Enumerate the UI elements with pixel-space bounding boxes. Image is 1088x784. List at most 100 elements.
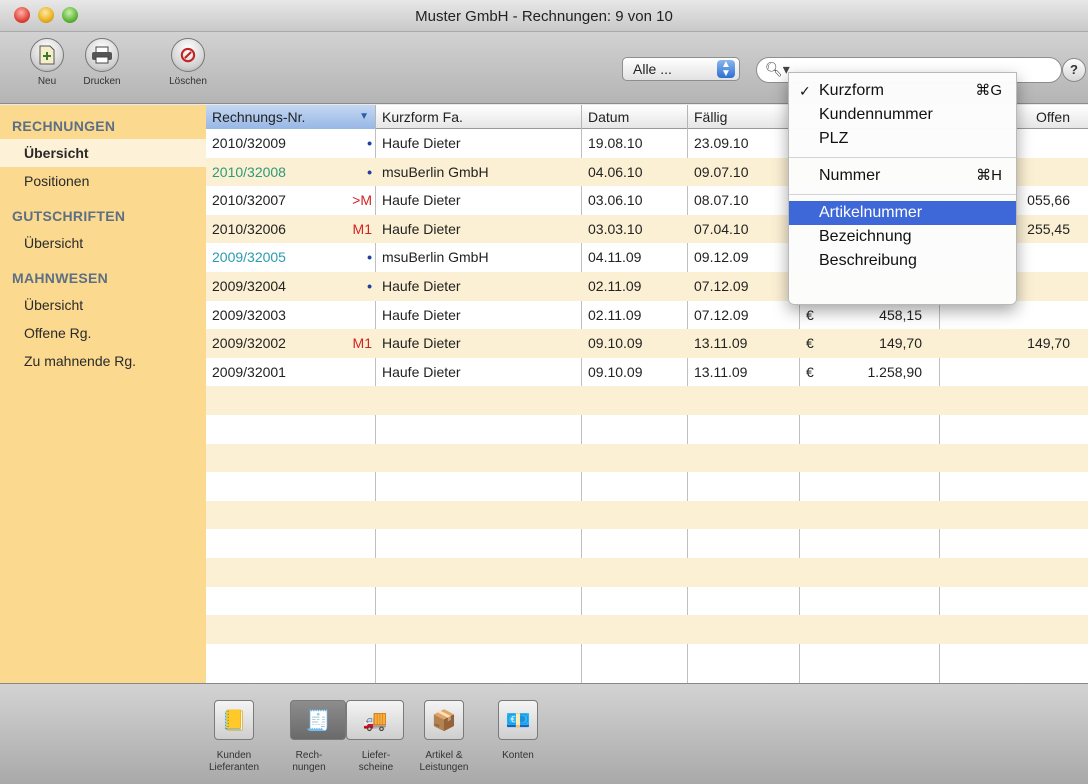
menu-item-kurzform[interactable]: ✓ Kurzform ⌘G [789, 79, 1016, 103]
dock-artikel-label: Artikel & Leistungen [419, 750, 469, 773]
cell-status-mark: • [367, 163, 372, 180]
title-bar: Muster GmbH - Rechnungen: 9 von 10 [0, 0, 1088, 32]
cell-rechnungs-nr: 2010/32007 [212, 192, 286, 209]
cell-status-mark: • [367, 277, 372, 294]
table-row [206, 386, 1088, 415]
cell-kurzform: Haufe Dieter [382, 363, 461, 380]
print-button[interactable]: Drucken [82, 38, 122, 87]
cell-kurzform: Haufe Dieter [382, 335, 461, 352]
cell-faellig: 07.12.09 [694, 277, 749, 294]
window-title: Muster GmbH - Rechnungen: 9 von 10 [415, 8, 673, 25]
cell-status-mark: M1 [352, 220, 372, 237]
menu-separator [789, 157, 1016, 158]
dock-kunden-button[interactable]: 📒 [214, 700, 254, 740]
table-row [206, 500, 1088, 530]
cell-status-mark: M1 [352, 335, 372, 352]
table-row [206, 644, 1088, 673]
help-button[interactable]: ? [1062, 58, 1086, 82]
menu-item-label: Nummer [819, 167, 881, 184]
cell-rechnungs-nr: 2009/32004 [212, 277, 286, 294]
cell-offen [940, 358, 1088, 387]
filter-select[interactable]: Alle ... ▲ ▼ [622, 57, 740, 81]
cell-status-mark: • [367, 249, 372, 266]
cell-datum: 03.03.10 [588, 220, 643, 237]
dock-rechnungen-label: Rech- nungen [292, 750, 326, 773]
cell-datum: 09.10.09 [588, 335, 643, 352]
menu-item-shortcut: ⌘H [976, 167, 1002, 184]
invoice-icon: 🧾 [305, 709, 331, 732]
column-header-rechnungs-nr[interactable]: Rechnungs-Nr. ▼ [206, 105, 376, 129]
print-button-label: Drucken [83, 76, 121, 87]
printer-icon [85, 38, 119, 72]
sidebar: RECHNUNGEN Übersicht Positionen GUTSCHRI… [0, 105, 206, 683]
delete-button[interactable]: ⊘ Löschen [160, 38, 216, 87]
money-icon: 💶 [505, 709, 531, 732]
dock-konten-label: Konten [502, 750, 534, 761]
cell-rechnungs-nr: 2009/32002 [212, 335, 286, 352]
cell-rechnungs-nr: 2010/32009 [212, 135, 286, 151]
select-arrows-icon: ▲ ▼ [717, 60, 735, 79]
menu-item-artikelnummer[interactable]: Artikelnummer [789, 201, 1016, 225]
new-button-label: Neu [37, 76, 57, 87]
menu-item-label: Kurzform [819, 82, 884, 99]
cell-betrag: 149,70 [879, 335, 922, 352]
cell-faellig: 23.09.10 [694, 135, 749, 151]
menu-item-shortcut: ⌘G [975, 82, 1002, 99]
cell-datum: 19.08.10 [588, 135, 643, 151]
menu-item-nummer[interactable]: Nummer ⌘H [789, 164, 1016, 188]
sidebar-item-gutschriften-uebersicht[interactable]: Übersicht [0, 229, 206, 257]
cell-rechnungs-nr: 2010/32006 [212, 220, 286, 237]
menu-separator [789, 194, 1016, 195]
cell-faellig: 09.07.10 [694, 163, 749, 180]
cell-kurzform: msuBerlin GmbH [382, 163, 489, 180]
column-header-datum[interactable]: Datum [582, 105, 688, 129]
menu-item-plz[interactable]: PLZ [789, 127, 1016, 151]
menu-item-bezeichnung[interactable]: Bezeichnung [789, 225, 1016, 249]
cell-datum: 03.06.10 [588, 192, 643, 209]
menu-item-label: Kundennummer [819, 106, 933, 123]
dock-kunden-label: Kunden Lieferanten [208, 750, 260, 773]
sidebar-section-rechnungen: RECHNUNGEN [12, 118, 116, 134]
cell-kurzform: Haufe Dieter [382, 135, 461, 151]
column-header-kurzform[interactable]: Kurzform Fa. [376, 105, 582, 129]
delete-icon: ⊘ [171, 38, 205, 72]
menu-item-label: Beschreibung [819, 252, 917, 269]
cell-datum: 09.10.09 [588, 363, 643, 380]
sort-descending-icon: ▼ [359, 111, 369, 122]
cell-faellig: 07.04.10 [694, 220, 749, 237]
sidebar-item-mahnwesen-uebersicht[interactable]: Übersicht [0, 291, 206, 319]
dock-rechnungen-button[interactable]: 🧾 [290, 700, 346, 740]
cell-datum: 02.11.09 [588, 277, 642, 294]
table-row[interactable]: 2009/32001 Haufe Dieter 09.10.09 13.11.09 €1… [206, 358, 1088, 387]
sidebar-item-positionen[interactable]: Positionen [0, 167, 206, 195]
column-header-faellig[interactable]: Fällig [688, 105, 800, 129]
cell-datum: 04.11.09 [588, 249, 642, 266]
module-dock: 📒 Kunden Lieferanten 🧾 Rech- nungen 🚚 Li… [0, 683, 1088, 784]
filter-select-value: Alle ... [633, 61, 672, 77]
search-icon[interactable]: 🔍︎▾ [765, 61, 790, 78]
search-field-menu: ✓ Kurzform ⌘G Kundennummer PLZ Nummer ⌘H Artike… [788, 72, 1017, 305]
cell-kurzform: Haufe Dieter [382, 277, 461, 294]
table-row [206, 557, 1088, 587]
sidebar-item-offene-rg[interactable]: Offene Rg. [0, 319, 206, 347]
menu-item-label: Artikelnummer [819, 204, 923, 221]
cell-kurzform: Haufe Dieter [382, 192, 461, 209]
cell-kurzform: msuBerlin GmbH [382, 249, 489, 266]
cell-status-mark [336, 358, 376, 387]
cell-status-mark: • [367, 135, 372, 151]
table-row [206, 587, 1088, 616]
menu-item-beschreibung[interactable]: Beschreibung [789, 249, 1016, 273]
new-button[interactable]: Neu [30, 38, 64, 87]
menu-item-kundennummer[interactable]: Kundennummer [789, 103, 1016, 127]
cell-offen: 149,70 [1027, 335, 1070, 352]
dock-konten-button[interactable]: 💶 [498, 700, 538, 740]
table-row[interactable]: 2009/32002 M1 Haufe Dieter 09.10.09 13.11.09… [206, 329, 1088, 358]
sidebar-item-zu-mahnende-rg[interactable]: Zu mahnende Rg. [0, 347, 206, 375]
dock-artikel-button[interactable]: 📦 [424, 700, 464, 740]
sidebar-section-mahnwesen: MAHNWESEN [12, 270, 109, 286]
cell-rechnungs-nr: 2009/32005 [212, 249, 286, 266]
cell-rechnungs-nr: 2009/32003 [212, 306, 286, 323]
dock-lieferscheine-button[interactable]: 🚚 [346, 700, 404, 740]
sidebar-item-rechnungen-uebersicht[interactable]: Übersicht [0, 139, 206, 167]
cell-rechnungs-nr: 2009/32001 [212, 363, 286, 380]
